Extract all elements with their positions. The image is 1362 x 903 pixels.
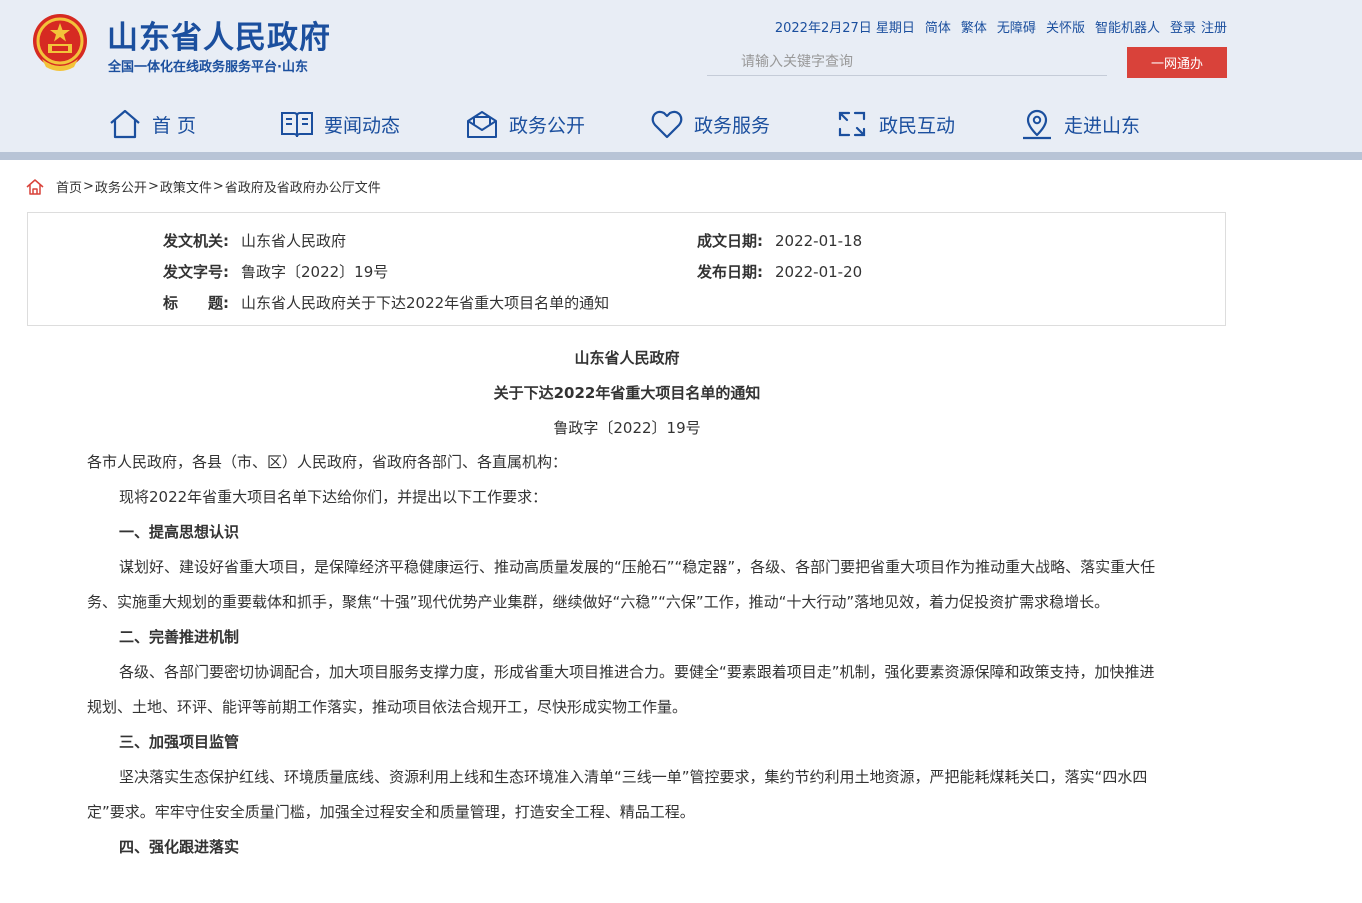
salutation: 各市人民政府，各县（市、区）人民政府，省政府各部门、各直属机构： (87, 453, 568, 471)
breadcrumb-separator: > (147, 179, 159, 194)
main-nav: 首 页 要闻动态 政务公开 政务服务 政民互动 走进山东 (0, 100, 1362, 148)
document-heading-title: 关于下达2022年省重大项目名单的通知 (493, 384, 761, 402)
national-emblem-icon[interactable] (28, 11, 92, 75)
meta-value: 鲁政字〔2022〕19号 (241, 263, 389, 281)
home-icon[interactable] (26, 178, 44, 196)
meta-value: 2022-01-20 (775, 263, 863, 281)
breadcrumb-item-policy-docs[interactable]: 政策文件 (160, 177, 212, 196)
section-heading: 一、提高思想认识 (119, 523, 240, 541)
one-stop-service-button[interactable]: 一网通办 (1127, 47, 1227, 78)
nav-item-home[interactable]: 首 页 (108, 100, 196, 148)
breadcrumb-separator: > (212, 179, 224, 194)
nav-item-news[interactable]: 要闻动态 (280, 100, 400, 148)
meta-value: 山东省人民政府关于下达2022年省重大项目名单的通知 (241, 294, 610, 312)
nav-label: 走进山东 (1064, 114, 1141, 137)
link-simplified[interactable]: 简体 (925, 17, 951, 36)
meta-label: 发文字号: (163, 263, 229, 281)
meta-created-date: 成文日期: 2022-01-18 (697, 230, 862, 251)
top-utility-bar: 2022年2月27日 星期日 简体 繁体 无障碍 关怀版 智能机器人 登录 注册 (775, 17, 1227, 36)
nav-label: 政务服务 (694, 114, 771, 137)
meta-issuer: 发文机关: 山东省人民政府 (163, 230, 346, 251)
meta-value: 2022-01-18 (775, 232, 863, 250)
meta-value: 山东省人民政府 (241, 232, 347, 250)
breadcrumb-item-home[interactable]: 首页 (56, 177, 82, 196)
link-login[interactable]: 登录 (1170, 17, 1196, 36)
site-subtitle: 全国一体化在线政务服务平台·山东 (108, 60, 308, 75)
link-accessibility[interactable]: 无障碍 (997, 17, 1036, 36)
meta-label: 发文机关: (163, 232, 229, 250)
current-date: 2022年2月27日 星期日 (774, 21, 915, 36)
section-heading: 四、强化跟进落实 (119, 838, 240, 856)
breadcrumb: 首页 > 政务公开 > 政策文件 > 省政府及省政府办公厅文件 (26, 177, 381, 196)
nav-label: 要闻动态 (324, 114, 401, 137)
nav-item-gov-affairs[interactable]: 政务公开 (465, 100, 585, 148)
link-register[interactable]: 注册 (1201, 17, 1227, 36)
meta-title: 标 题: 山东省人民政府关于下达2022年省重大项目名单的通知 (163, 292, 609, 313)
section-paragraph: 坚决落实生态保护红线、环境质量底线、资源利用上线和生态环境准入清单“三线一单”管… (87, 768, 1148, 821)
nav-item-about-shandong[interactable]: 走进山东 (1020, 100, 1140, 148)
location-pin-icon (1023, 109, 1051, 140)
meta-label: 发布日期: (697, 263, 763, 281)
home-icon (110, 109, 140, 139)
intro-paragraph: 现将2022年省重大项目名单下达给你们，并提出以下工作要求： (119, 488, 548, 506)
section-heading: 三、加强项目监管 (119, 733, 240, 751)
header-divider (0, 152, 1362, 160)
nav-item-gov-services[interactable]: 政务服务 (650, 100, 770, 148)
heart-icon (651, 110, 683, 139)
link-traditional[interactable]: 繁体 (961, 17, 987, 36)
section-paragraph: 谋划好、建设好省重大项目，是保障经济平稳健康运行、推动高质量发展的“压舱石”“稳… (87, 558, 1156, 611)
meta-doc-number: 发文字号: 鲁政字〔2022〕19号 (163, 261, 388, 282)
nav-label: 政务公开 (509, 114, 586, 137)
section-heading: 二、完善推进机制 (119, 628, 240, 646)
document-body: 各市人民政府，各县（市、区）人民政府，省政府各部门、各直属机构： 现将2022年… (87, 445, 1167, 865)
nav-item-interaction[interactable]: 政民互动 (835, 100, 955, 148)
nav-label: 首 页 (152, 114, 197, 137)
search-input[interactable] (707, 48, 1107, 76)
meta-label: 成文日期: (697, 232, 763, 250)
book-icon (281, 112, 313, 138)
meta-label: 标 题: (163, 294, 229, 312)
breadcrumb-item-gov-affairs[interactable]: 政务公开 (95, 177, 147, 196)
link-smart-robot[interactable]: 智能机器人 (1095, 17, 1160, 36)
interaction-icon (838, 111, 866, 137)
nav-label: 政民互动 (879, 114, 956, 137)
mail-icon (467, 111, 497, 138)
breadcrumb-separator: > (83, 179, 94, 194)
site-header: 山东省人民政府 全国一体化在线政务服务平台·山东 2022年2月27日 星期日 … (0, 0, 1362, 152)
section-paragraph: 各级、各部门要密切协调配合，加大项目服务支撑力度，形成省重大项目推进合力。要健全… (87, 663, 1155, 716)
site-title[interactable]: 山东省人民政府 (107, 12, 331, 57)
document-number: 鲁政字〔2022〕19号 (553, 419, 701, 437)
breadcrumb-item-provincial-docs[interactable]: 省政府及省政府办公厅文件 (225, 177, 381, 196)
meta-published-date: 发布日期: 2022-01-20 (697, 261, 862, 282)
link-care-mode[interactable]: 关怀版 (1046, 17, 1085, 36)
document-heading-issuer: 山东省人民政府 (574, 349, 680, 367)
document-meta-box: 发文机关: 山东省人民政府 成文日期: 2022-01-18 发文字号: 鲁政字〔20… (27, 212, 1226, 326)
